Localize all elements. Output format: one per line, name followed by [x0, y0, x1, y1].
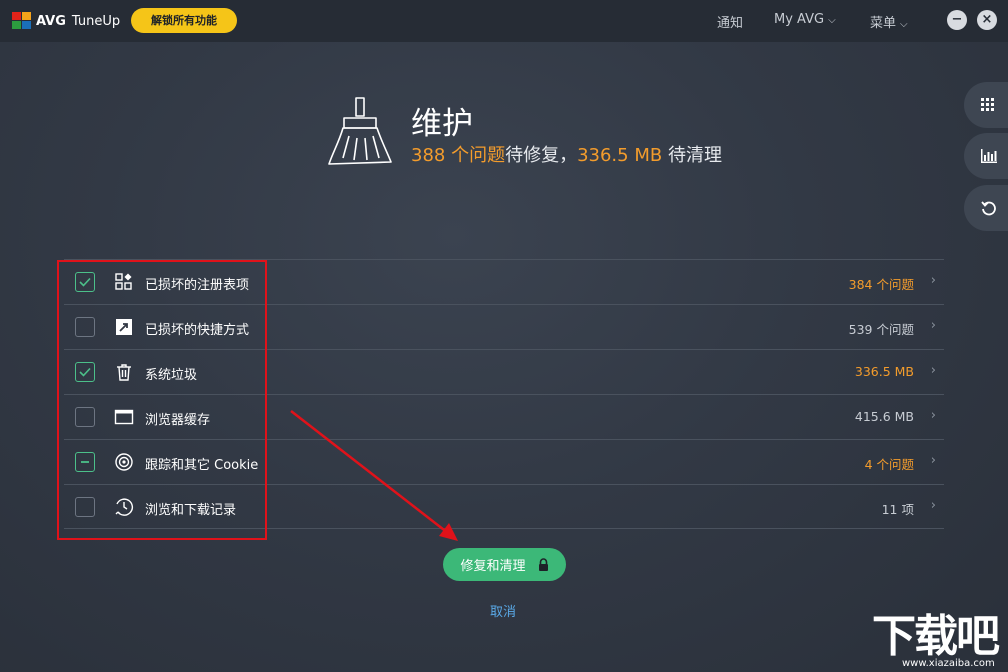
watermark-logo-text: 下载吧 [872, 611, 1000, 662]
app-window: AVG TuneUp 解锁所有功能 通知 My AVG ⌵ 菜单 ⌵ − × 维… [0, 0, 1008, 672]
site-watermark: 下载吧 www.xiazaiba.com [872, 614, 1008, 672]
fix-and-clean-button[interactable]: 修复和清理 [443, 548, 566, 581]
lock-icon [538, 558, 548, 571]
fix-and-clean-label: 修复和清理 [460, 559, 526, 574]
watermark-url: www.xiazaiba.com [902, 658, 995, 669]
cancel-link[interactable]: 取消 [490, 601, 516, 620]
